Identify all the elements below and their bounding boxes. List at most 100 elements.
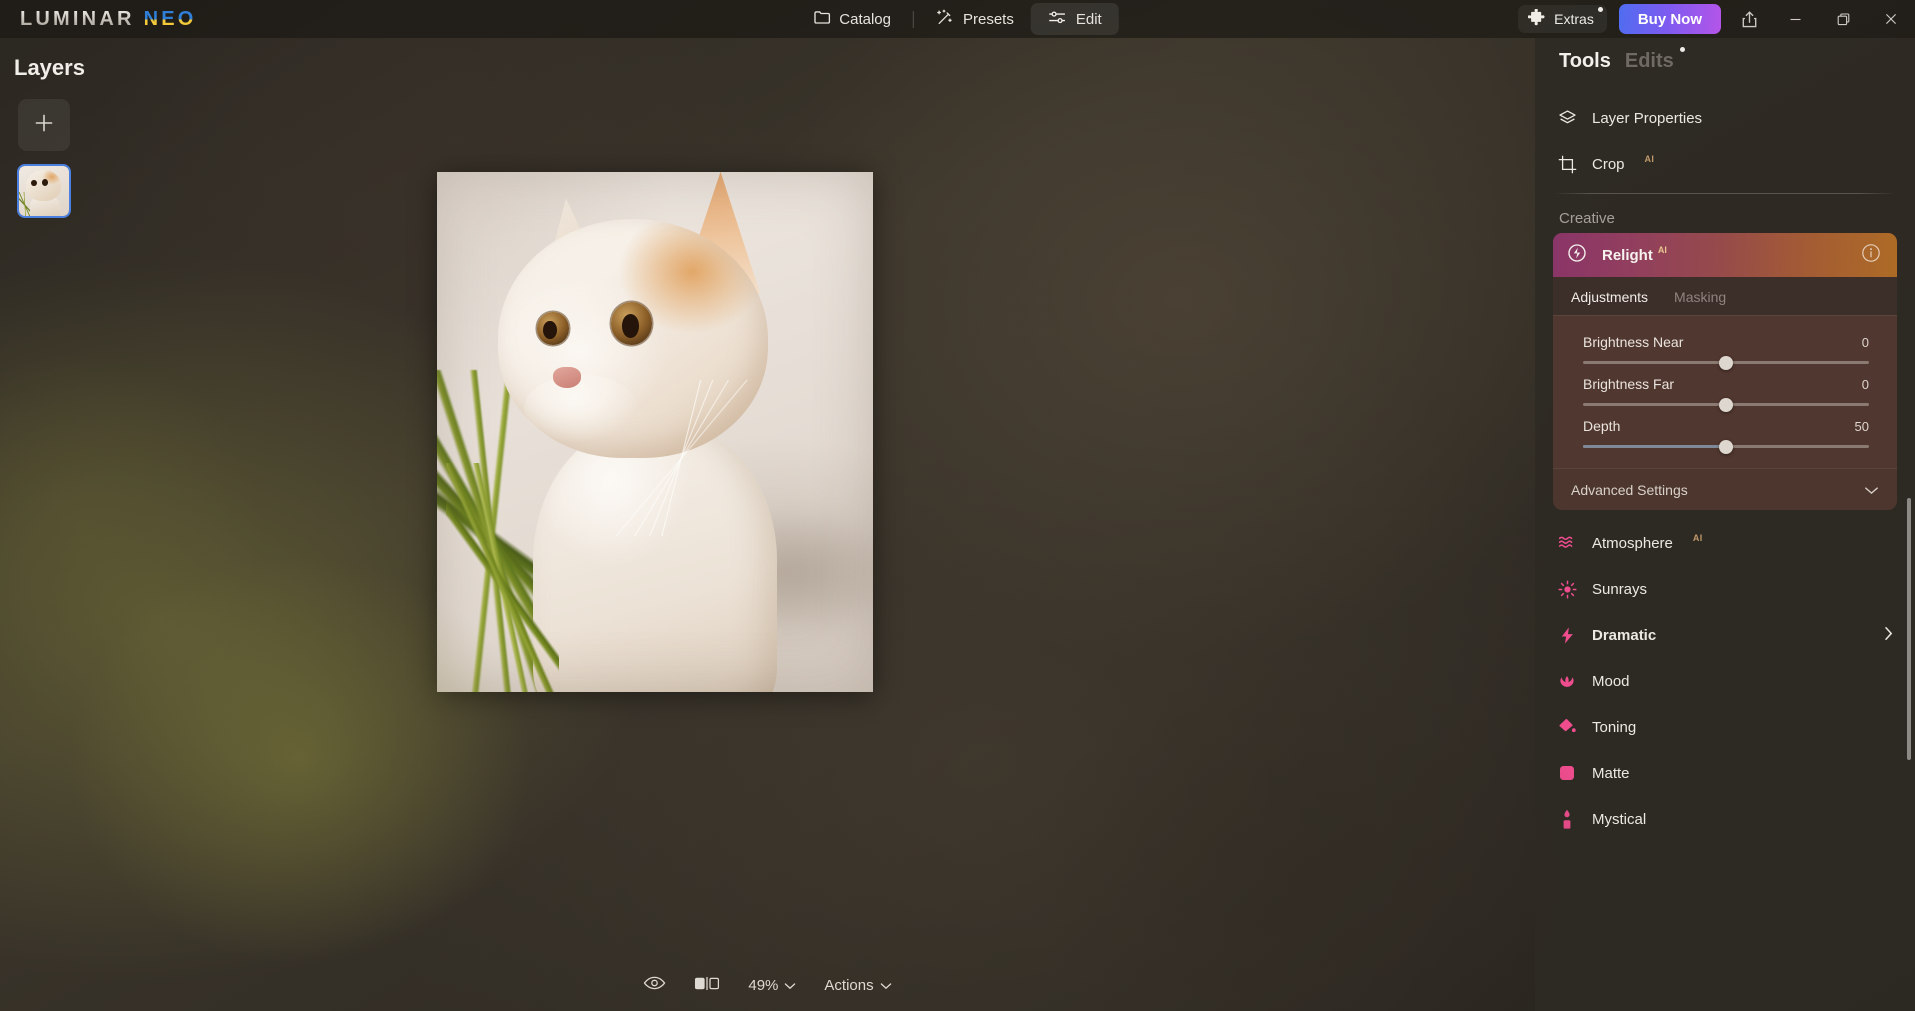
relight-ai-badge: AI	[1657, 245, 1667, 255]
slider-track-brightness-near[interactable]	[1583, 355, 1869, 370]
minimize-icon[interactable]	[1771, 0, 1819, 38]
tools-panel-tabs: Tools Edits	[1535, 38, 1915, 73]
tool-row-mood[interactable]: Mood	[1535, 658, 1915, 704]
zoom-level-label: 49%	[748, 976, 779, 994]
tools-panel-scrollbar[interactable]	[1907, 498, 1911, 760]
tool-row-dramatic[interactable]: Dramatic	[1535, 612, 1915, 658]
tool-label-mood: Mood	[1592, 672, 1630, 690]
slider-depth: Depth 50	[1553, 410, 1897, 454]
extras-button[interactable]: Extras	[1518, 5, 1607, 33]
tab-edits[interactable]: Edits	[1624, 47, 1685, 73]
tool-label-crop: Crop	[1592, 155, 1625, 173]
tool-label-toning: Toning	[1592, 718, 1637, 736]
toning-icon	[1557, 718, 1577, 736]
zoom-level-dropdown[interactable]: 49%	[734, 968, 810, 1002]
mood-icon	[1557, 673, 1577, 690]
eye-icon	[643, 975, 666, 995]
folder-icon	[813, 10, 830, 29]
module-relight: Relight AI Adjustments Masking Brightnes…	[1553, 233, 1897, 510]
compare-icon	[694, 976, 720, 995]
buy-now-button[interactable]: Buy Now	[1618, 4, 1721, 34]
chevron-down-icon	[1864, 482, 1879, 498]
advanced-settings-label: Advanced Settings	[1571, 481, 1688, 498]
info-icon[interactable]	[1861, 243, 1881, 268]
nav-divider	[912, 10, 914, 28]
toggle-visibility-button[interactable]	[629, 968, 680, 1002]
dramatic-icon	[1557, 626, 1577, 645]
tool-row-sunrays[interactable]: Sunrays	[1535, 566, 1915, 612]
slider-knob-brightness-near[interactable]	[1719, 355, 1733, 370]
image-canvas[interactable]	[437, 172, 873, 692]
nav-item-edit[interactable]: Edit	[1030, 3, 1119, 35]
nav-label-catalog: Catalog	[839, 10, 891, 28]
edited-photo	[437, 172, 873, 692]
magic-wand-icon	[936, 9, 954, 30]
nav-label-edit: Edit	[1075, 10, 1102, 28]
tool-row-atmosphere[interactable]: Atmosphere AI	[1535, 520, 1915, 566]
tab-tools[interactable]: Tools	[1559, 50, 1611, 73]
tool-label-sunrays: Sunrays	[1592, 580, 1648, 598]
module-relight-tabs: Adjustments Masking	[1553, 277, 1897, 315]
main-nav: Catalog Presets Edit	[796, 3, 1119, 35]
window-controls: Extras Buy Now	[1518, 0, 1915, 38]
slider-label-brightness-far: Brightness Far	[1583, 376, 1675, 392]
slider-knob-brightness-far[interactable]	[1719, 397, 1733, 412]
slider-label-depth: Depth	[1583, 418, 1621, 434]
chevron-down-icon	[880, 977, 892, 994]
crop-ai-badge: AI	[1644, 154, 1655, 164]
extras-label: Extras	[1554, 11, 1594, 27]
layer-thumbnail[interactable]	[17, 164, 71, 218]
mystical-icon	[1557, 809, 1577, 829]
slider-value-brightness-near: 0	[1861, 335, 1869, 350]
actions-dropdown[interactable]: Actions	[810, 968, 905, 1002]
tab-edits-label: Edits	[1624, 50, 1674, 72]
puzzle-piece-icon	[1527, 8, 1546, 29]
close-icon[interactable]	[1867, 0, 1915, 38]
chevron-right-icon[interactable]	[1884, 626, 1893, 645]
atmosphere-ai-badge: AI	[1692, 533, 1703, 543]
slider-track-depth[interactable]	[1583, 439, 1869, 454]
nav-item-catalog[interactable]: Catalog	[796, 3, 908, 35]
module-tab-adjustments[interactable]: Adjustments	[1571, 289, 1648, 305]
tool-label-layer-properties: Layer Properties	[1592, 109, 1703, 127]
slider-label-brightness-near: Brightness Near	[1583, 334, 1684, 350]
matte-icon	[1557, 764, 1577, 782]
slider-knob-depth[interactable]	[1719, 439, 1733, 454]
app-logo: LUMINAR NEO	[20, 8, 197, 31]
actions-label: Actions	[824, 976, 874, 994]
module-relight-header[interactable]: Relight AI	[1553, 233, 1897, 277]
module-relight-title: Relight	[1602, 246, 1653, 264]
slider-value-brightness-far: 0	[1861, 377, 1869, 392]
app-window: LUMINAR NEO Catalog Presets Edit Extras …	[0, 0, 1915, 1011]
crop-icon	[1557, 155, 1577, 174]
section-label-creative: Creative	[1559, 210, 1615, 227]
compare-before-after-button[interactable]	[680, 968, 734, 1002]
module-tab-masking[interactable]: Masking	[1674, 289, 1726, 305]
advanced-settings-toggle[interactable]: Advanced Settings	[1553, 468, 1897, 510]
edits-notification-dot	[1679, 47, 1685, 52]
layers-panel-title: Layers	[14, 55, 85, 80]
canvas-toolbar: 49% Actions	[0, 959, 1535, 1011]
plus-icon	[33, 112, 55, 139]
tool-row-crop[interactable]: Crop AI	[1535, 141, 1915, 187]
title-bar: LUMINAR NEO Catalog Presets Edit Extras …	[0, 0, 1915, 38]
add-layer-button[interactable]	[18, 99, 70, 151]
chevron-down-icon	[784, 977, 796, 994]
slider-value-depth: 50	[1854, 419, 1869, 434]
logo-primary-text: LUMINAR	[20, 7, 135, 30]
maximize-icon[interactable]	[1819, 0, 1867, 38]
tool-row-matte[interactable]: Matte	[1535, 750, 1915, 796]
nav-label-presets: Presets	[962, 10, 1014, 28]
sliders-icon	[1048, 10, 1067, 29]
tool-label-atmosphere: Atmosphere	[1592, 534, 1673, 552]
nav-item-presets[interactable]: Presets	[919, 3, 1031, 35]
tool-row-layer-properties[interactable]: Layer Properties	[1535, 95, 1915, 141]
share-icon[interactable]	[1727, 0, 1771, 38]
slider-track-brightness-far[interactable]	[1583, 397, 1869, 412]
logo-accent-text: NEO	[143, 7, 197, 30]
sunrays-icon	[1557, 579, 1577, 599]
tools-panel: Tools Edits Layer Properties Crop AI Cre…	[1535, 38, 1915, 1011]
tool-label-matte: Matte	[1592, 764, 1630, 782]
tool-row-mystical[interactable]: Mystical	[1535, 796, 1915, 842]
tool-row-toning[interactable]: Toning	[1535, 704, 1915, 750]
